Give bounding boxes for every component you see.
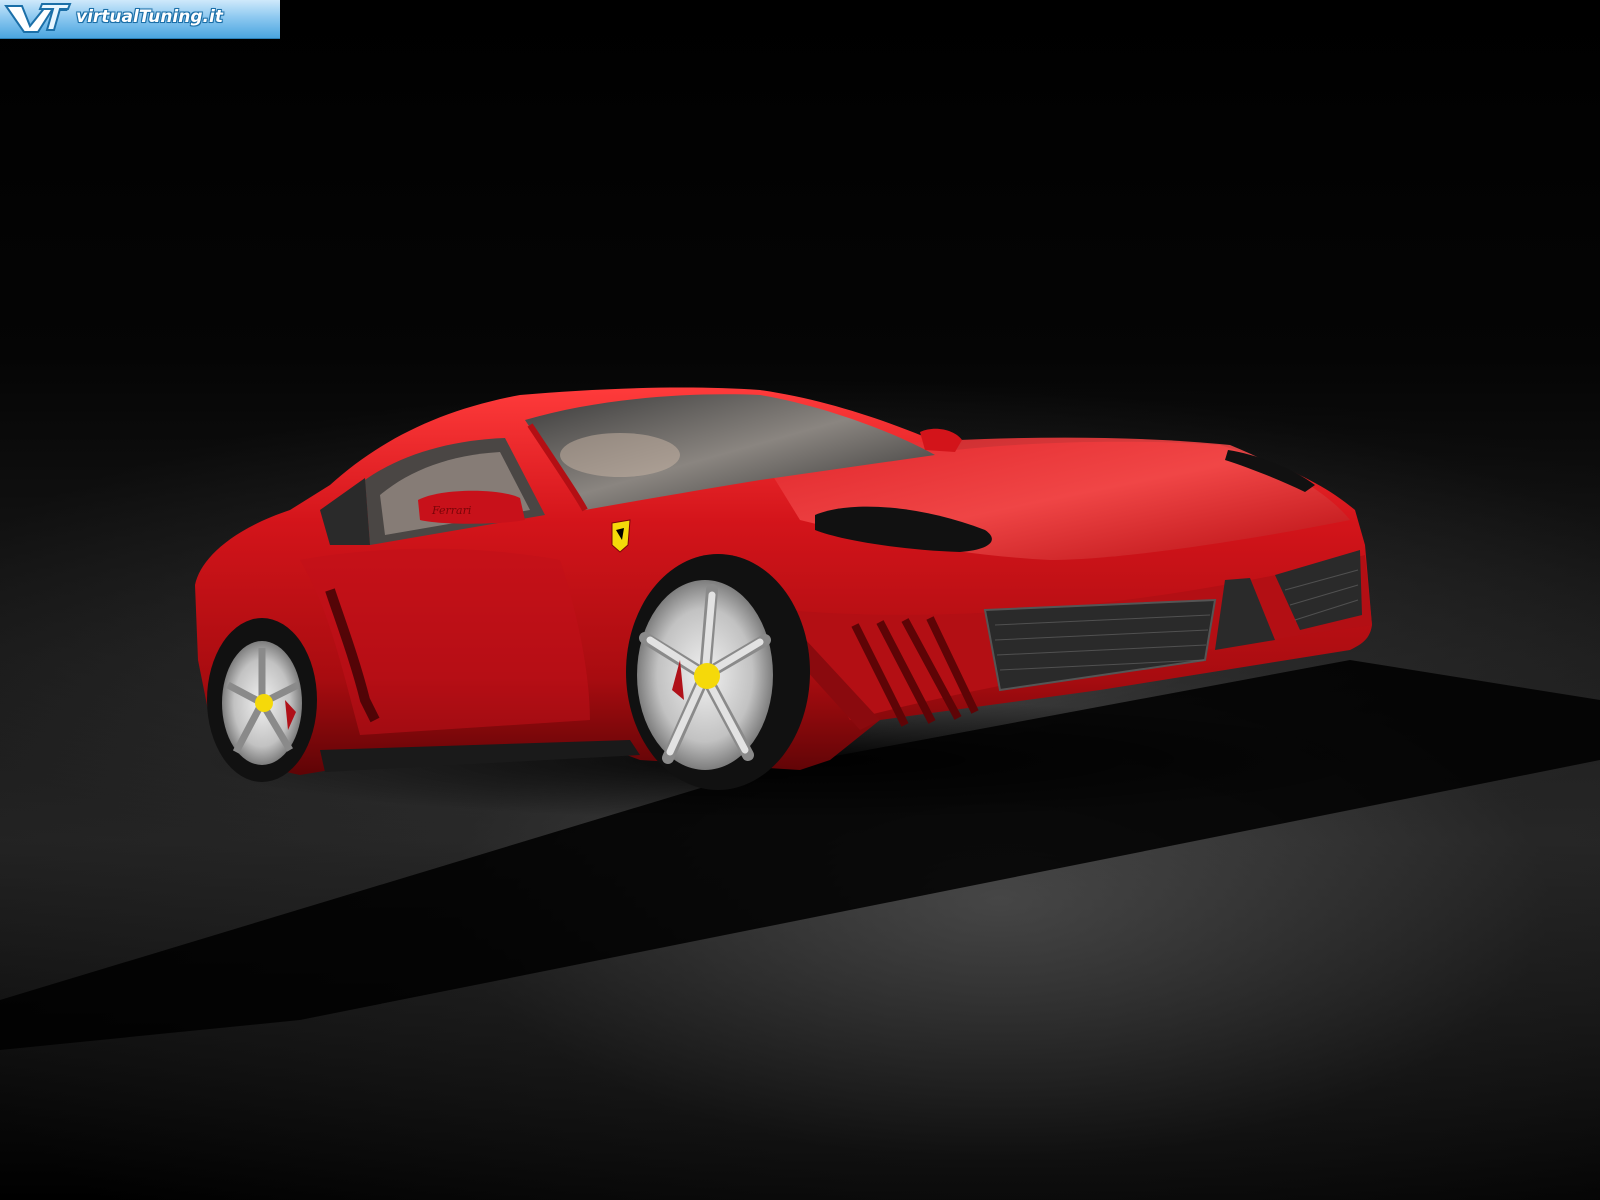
vt-logo-icon <box>4 3 72 33</box>
front-wheel <box>626 554 810 790</box>
side-mirror: Ferrari <box>418 490 525 524</box>
car-illustration: Ferrari <box>0 387 1600 1050</box>
rear-wheel <box>207 618 317 782</box>
wing-mirror-right <box>920 428 962 452</box>
watermark-banner: virtualTuning.it <box>0 0 280 39</box>
mirror-script: Ferrari <box>431 504 471 517</box>
watermark-text: virtualTuning.it <box>76 7 223 27</box>
